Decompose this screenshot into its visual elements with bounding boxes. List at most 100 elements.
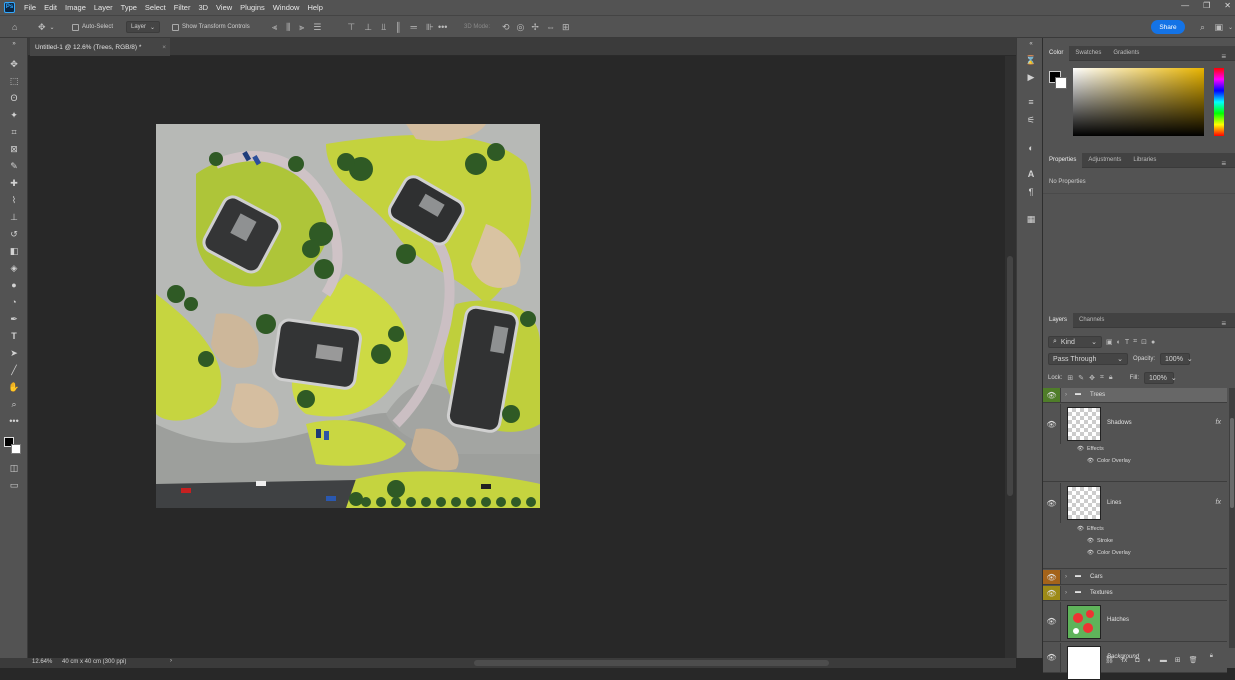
paragraph-panel-icon[interactable]: ¶ [1025, 186, 1037, 198]
home-icon[interactable]: ⌂ [12, 20, 17, 34]
menu-layer[interactable]: Layer [94, 3, 113, 12]
menu-file[interactable]: File [24, 3, 36, 12]
layer-thumbnail[interactable] [1067, 605, 1101, 639]
tab-properties[interactable]: Properties [1043, 152, 1083, 168]
restore-icon[interactable]: ❐ [1203, 1, 1210, 10]
effects-row[interactable]: 👁︎ Effects [1077, 526, 1104, 532]
roll-3d-icon[interactable]: ◎ [517, 22, 525, 33]
color-picker-field[interactable] [1073, 68, 1204, 136]
show-transform-checkbox[interactable]: Show Transform Controls [172, 20, 250, 34]
orbit-3d-icon[interactable]: ⟲ [502, 22, 510, 33]
align-right-icon[interactable]: ⫸ [299, 22, 304, 33]
layer-row-trees[interactable]: 👁︎ › ▬ Trees [1043, 388, 1227, 403]
eyedropper-tool-icon[interactable]: ✎ [8, 160, 20, 172]
layer-thumbnail[interactable] [1067, 407, 1101, 441]
type-tool-icon[interactable]: T [8, 330, 20, 342]
fx-icon[interactable]: fx [1216, 499, 1221, 506]
layer-row-textures[interactable]: 👁︎ › ▬ Textures [1043, 586, 1227, 601]
libraries-icon[interactable]: ▦ [1025, 213, 1037, 225]
menu-window[interactable]: Window [273, 3, 300, 12]
marquee-tool-icon[interactable]: ⬚ [8, 75, 20, 87]
expand-chevron-icon[interactable]: › [1065, 574, 1067, 580]
tab-adjustments[interactable]: Adjustments [1082, 153, 1127, 168]
align-middle-icon[interactable]: ⊥ [364, 22, 372, 33]
tab-layers[interactable]: Layers [1043, 312, 1074, 328]
eraser-tool-icon[interactable]: ◧ [8, 245, 20, 257]
distribute-icon[interactable]: ☰ [313, 22, 321, 33]
layer-name[interactable]: Hatches [1107, 617, 1129, 623]
lock-position-icon[interactable]: ✥ [1089, 374, 1095, 382]
layer-row-hatches[interactable]: 👁︎ Hatches [1043, 602, 1227, 642]
blend-mode-select[interactable]: Pass Through ⌄ [1048, 353, 1128, 365]
layers-menu-icon[interactable]: ≡ [1215, 316, 1232, 331]
canvas-vertical-scrollbar[interactable] [1005, 56, 1016, 658]
canvas-horizontal-scrollbar[interactable] [474, 660, 829, 666]
hand-tool-icon[interactable]: ✋ [8, 381, 20, 393]
expand-chevron-icon[interactable]: › [1065, 392, 1067, 398]
character-panel-icon[interactable]: A [1025, 168, 1037, 180]
visibility-eye-icon[interactable]: 👁︎ [1043, 483, 1061, 523]
align-left-icon[interactable]: ⫷ [272, 22, 277, 33]
history-panel-icon[interactable]: ⌛ [1025, 54, 1037, 66]
filter-pixel-icon[interactable]: ▣ [1106, 338, 1113, 346]
collapse-panels-icon[interactable]: « [1025, 38, 1037, 50]
tab-gradients[interactable]: Gradients [1107, 46, 1145, 61]
crop-tool-icon[interactable]: ⌗ [8, 126, 20, 138]
brush-tool-icon[interactable]: ⌇ [8, 194, 20, 206]
layer-row-lines[interactable]: 👁︎ Lines fx 👁︎ Effects 👁︎ Stroke 👁︎ Color O… [1043, 483, 1227, 569]
line-tool-icon[interactable]: ╱ [8, 364, 20, 376]
path-selection-tool-icon[interactable]: ➤ [8, 347, 20, 359]
document-tab[interactable]: Untitled-1 @ 12.6% (Trees, RGB/8) * × [30, 38, 170, 56]
tab-channels[interactable]: Channels [1073, 313, 1110, 328]
background-color-swatch[interactable] [11, 444, 21, 454]
collapse-toolbar-icon[interactable]: » [8, 38, 20, 50]
menu-edit[interactable]: Edit [44, 3, 57, 12]
menu-image[interactable]: Image [65, 3, 86, 12]
history-brush-tool-icon[interactable]: ↺ [8, 228, 20, 240]
adjustments-panel-icon[interactable]: ⚟ [1025, 114, 1037, 126]
auto-select-target-select[interactable]: Layer ⌄ [126, 21, 161, 33]
properties-menu-icon[interactable]: ≡ [1215, 156, 1232, 171]
filter-shape-icon[interactable]: ⌗ [1133, 338, 1137, 346]
new-layer-icon[interactable]: ⊞ [1175, 656, 1181, 664]
actions-panel-icon[interactable]: ▶ [1025, 71, 1037, 83]
pen-tool-icon[interactable]: ✒ [8, 313, 20, 325]
edit-toolbar-icon[interactable]: ••• [8, 415, 20, 427]
visibility-eye-icon[interactable]: 👁︎ [1043, 570, 1061, 584]
add-mask-icon[interactable]: ◘ [1135, 657, 1139, 664]
blur-tool-icon[interactable]: ● [8, 279, 20, 291]
search-icon[interactable]: ⌕ [1200, 20, 1205, 34]
hue-slider[interactable] [1214, 68, 1224, 136]
slide-3d-icon[interactable]: ⇔ [546, 22, 555, 32]
layer-name[interactable]: Cars [1090, 574, 1103, 580]
move-tool-icon[interactable]: ✥ [8, 58, 20, 70]
layer-filter-select[interactable]: ⌕ Kind ⌄ [1048, 336, 1102, 348]
fill-field[interactable]: 100% ⌄ [1144, 372, 1177, 384]
filter-toggle-icon[interactable]: ● [1151, 339, 1155, 346]
tab-color[interactable]: Color [1043, 45, 1070, 61]
tab-swatches[interactable]: Swatches [1069, 46, 1107, 61]
close-icon[interactable]: ✕ [1224, 1, 1231, 10]
share-button[interactable]: Share [1151, 20, 1185, 34]
brush-settings-icon[interactable]: ≡ [1025, 96, 1037, 108]
menu-filter[interactable]: Filter [174, 3, 191, 12]
effects-row[interactable]: 👁︎ Effects [1077, 446, 1104, 452]
layer-name[interactable]: Lines [1107, 500, 1121, 506]
align-top-icon[interactable]: ⊤ [347, 22, 355, 33]
document-canvas-image[interactable] [156, 124, 540, 508]
visibility-eye-icon[interactable]: 👁︎ [1043, 602, 1061, 641]
menu-select[interactable]: Select [145, 3, 166, 12]
effect-color-overlay[interactable]: 👁︎ Color Overlay [1087, 550, 1131, 556]
more-options-icon[interactable]: ••• [438, 20, 447, 34]
lock-artboard-icon[interactable]: ⌗ [1100, 374, 1104, 382]
layer-row-cars[interactable]: 👁︎ › ▬ Cars [1043, 570, 1227, 585]
distribute-horizontal-icon[interactable]: ═ [411, 22, 417, 32]
layers-scrollbar[interactable] [1229, 388, 1235, 648]
magic-wand-tool-icon[interactable]: ✦ [8, 109, 20, 121]
filter-smart-object-icon[interactable]: ⊡ [1141, 338, 1147, 346]
effect-color-overlay[interactable]: 👁︎ Color Overlay [1087, 458, 1131, 464]
layer-name[interactable]: Shadows [1107, 420, 1132, 426]
opacity-field[interactable]: 100% ⌄ [1160, 353, 1193, 365]
lasso-tool-icon[interactable]: ʘ [8, 92, 20, 104]
scale-3d-icon[interactable]: ⊞ [562, 22, 570, 33]
